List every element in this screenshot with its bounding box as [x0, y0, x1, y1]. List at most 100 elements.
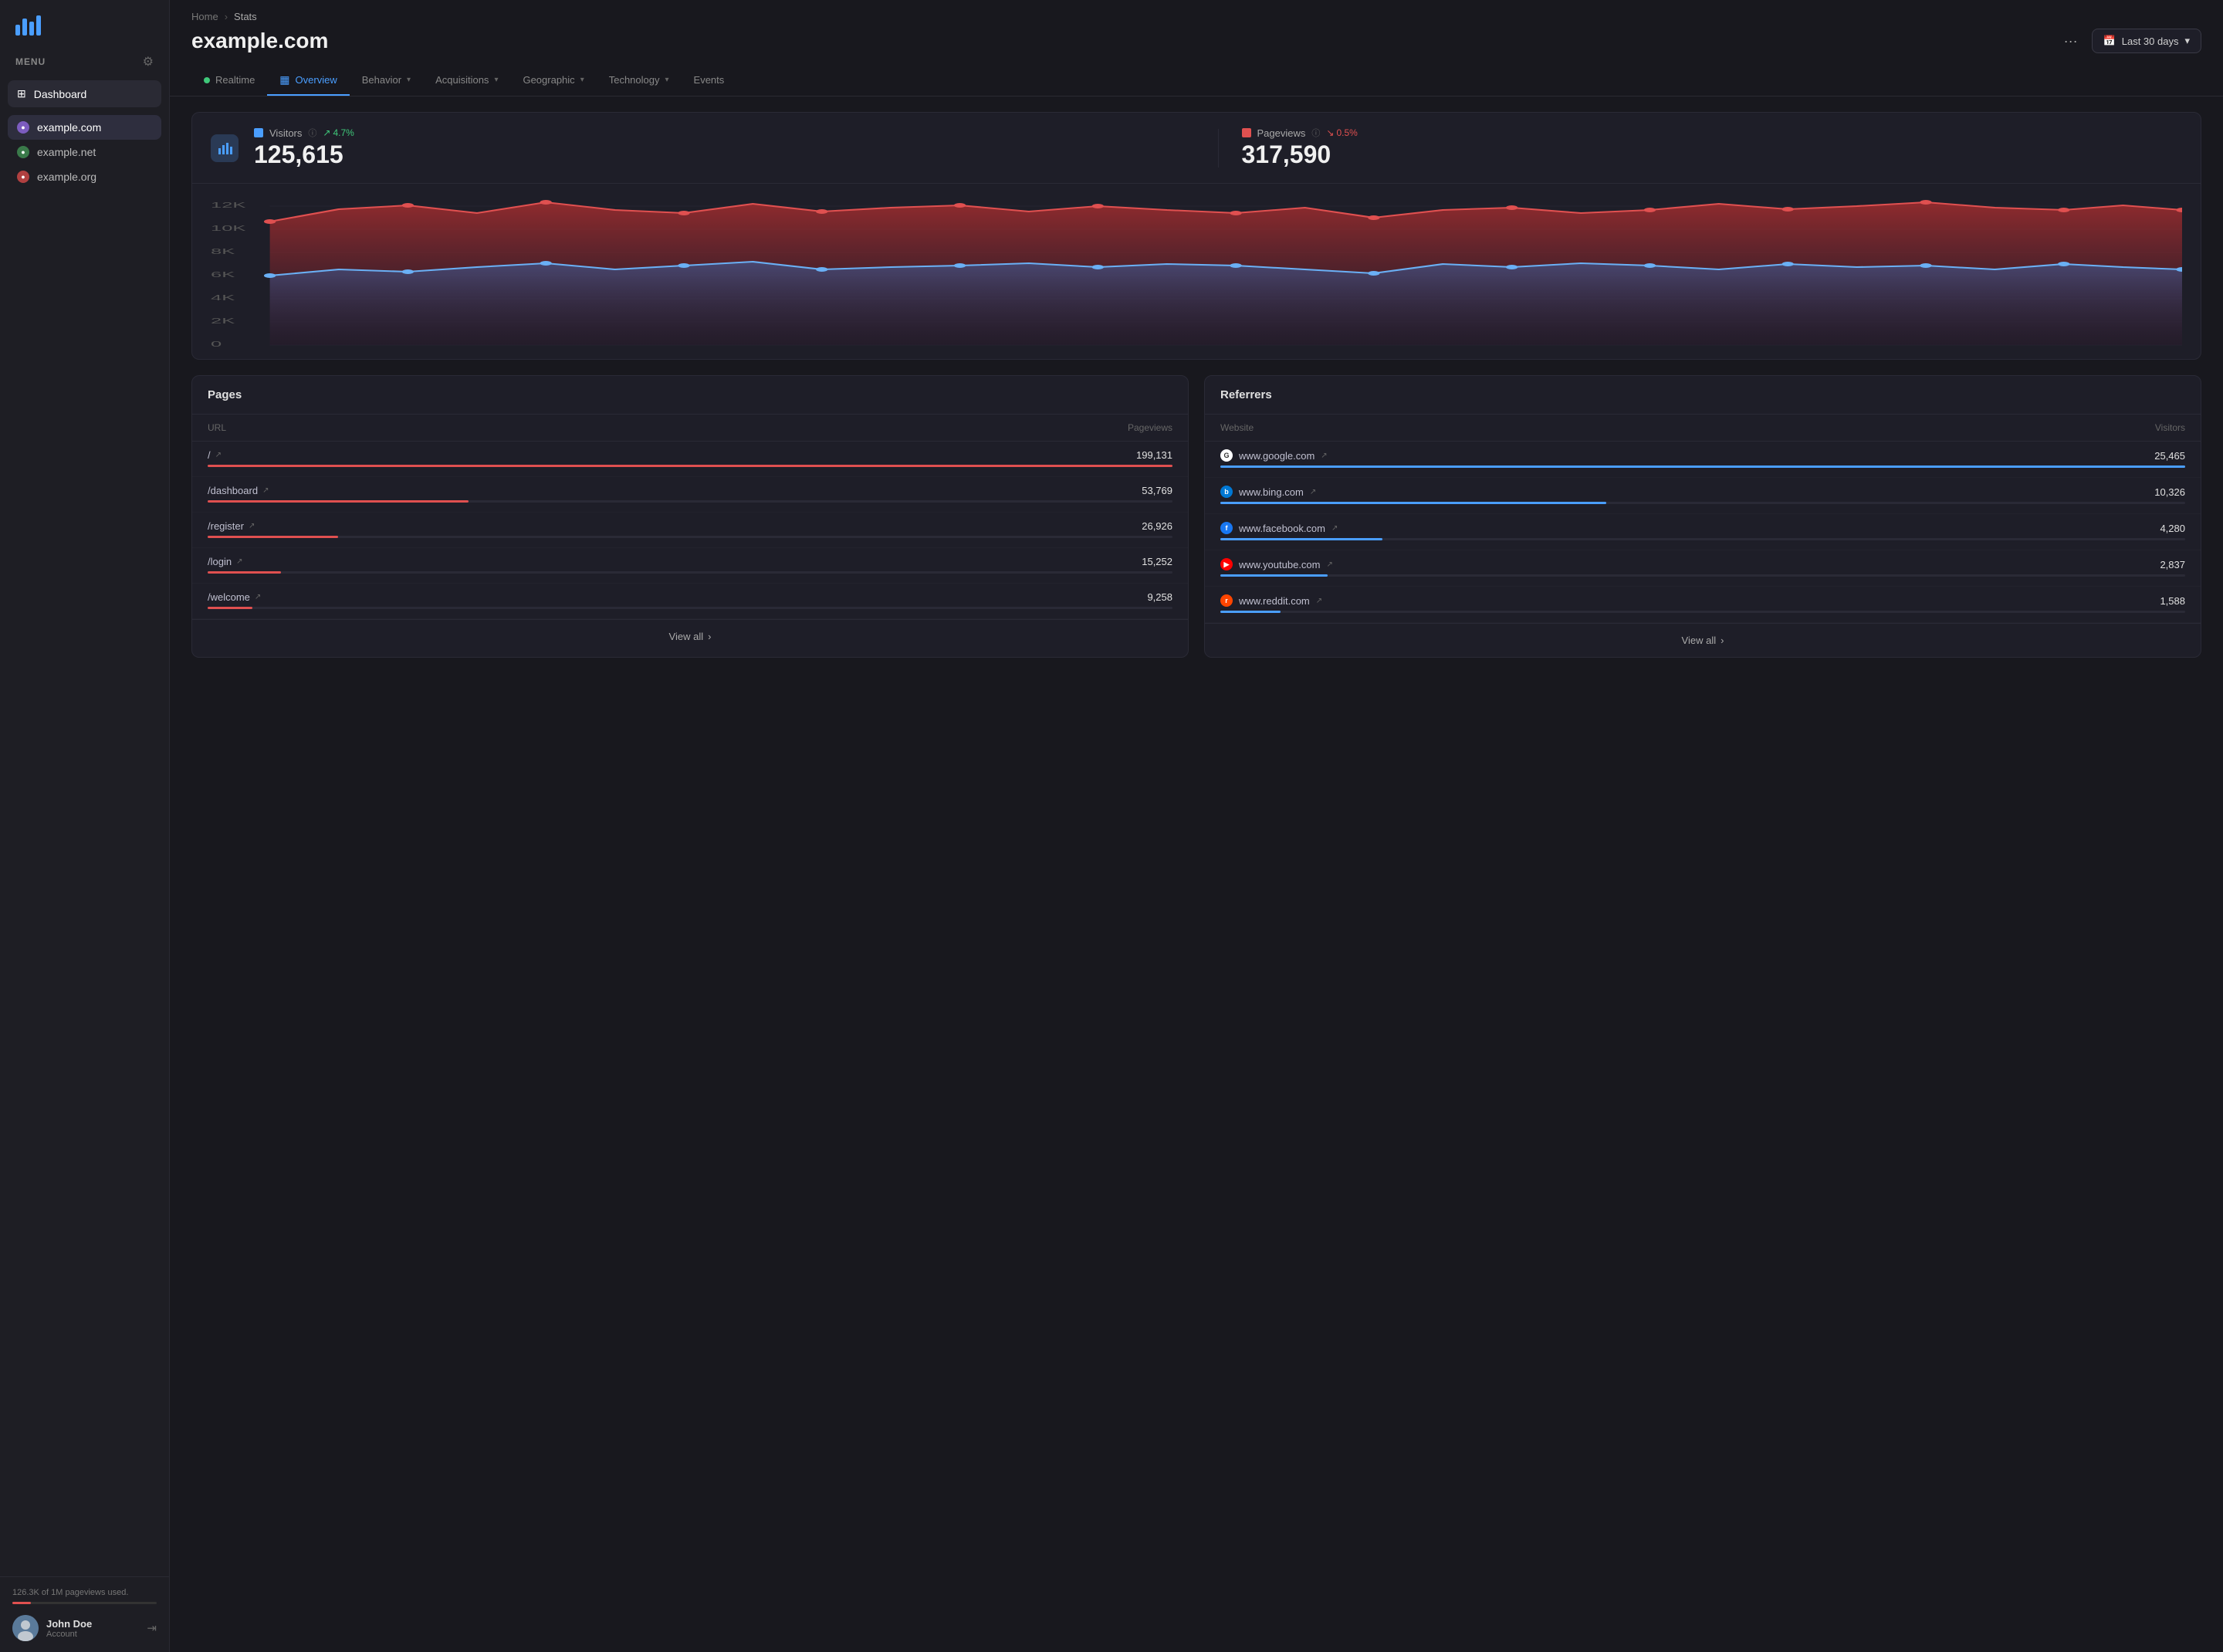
external-link-icon-4[interactable]: ↗: [255, 593, 261, 601]
tab-realtime[interactable]: Realtime: [191, 66, 267, 95]
sidebar-site-example-org[interactable]: ● example.org: [8, 164, 161, 189]
referrer-value-0: 25,465: [2154, 450, 2185, 462]
external-link-icon-0[interactable]: ↗: [215, 451, 222, 459]
referrer-value-2: 4,280: [2160, 523, 2185, 534]
pages-bar-fill-0: [208, 465, 1172, 467]
sidebar-site-example-com[interactable]: ● example.com: [8, 115, 161, 140]
referrers-card: Referrers Website Visitors G www.google.…: [1204, 375, 2201, 658]
external-link-icon-1[interactable]: ↗: [262, 486, 269, 495]
chart-icon: [211, 134, 239, 162]
tab-overview[interactable]: ▦ Overview: [267, 66, 349, 96]
bottom-grid: Pages URL Pageviews / ↗ 199,131: [191, 375, 2201, 658]
chart-svg: 0 2K 4K 6K 8K 10K 12K: [211, 196, 2182, 350]
tab-behavior[interactable]: Behavior ▾: [350, 66, 423, 95]
logout-icon[interactable]: ⇥: [147, 1621, 157, 1635]
usage-bar: [12, 1602, 157, 1604]
svg-text:0: 0: [211, 340, 222, 348]
referrer-row-top-3: ▶ www.youtube.com ↗ 2,837: [1220, 558, 2185, 570]
visitors-metric: Visitors ⓘ ↗ 4.7% 125,615: [254, 127, 1195, 169]
breadcrumb-home[interactable]: Home: [191, 11, 218, 22]
bing-favicon: b: [1220, 486, 1233, 498]
referrer-name-3: www.youtube.com: [1239, 559, 1321, 570]
site-dot-example-net: ●: [17, 146, 29, 158]
pages-row-top-3: /login ↗ 15,252: [208, 556, 1172, 567]
referrer-row: G www.google.com ↗ 25,465: [1205, 442, 2201, 478]
referrer-site-4: r www.reddit.com ↗: [1220, 594, 1322, 607]
referrer-value-1: 10,326: [2154, 486, 2185, 498]
svg-text:10K: 10K: [211, 224, 245, 232]
pages-value-1: 53,769: [1142, 485, 1172, 496]
menu-header: MENU ⚙: [0, 43, 169, 77]
tab-acquisitions[interactable]: Acquisitions ▾: [423, 66, 510, 95]
logo-icon: [15, 14, 41, 36]
pages-url-3: /login ↗: [208, 556, 242, 567]
pages-bar-fill-4: [208, 607, 252, 609]
svg-text:12K: 12K: [211, 201, 245, 209]
sidebar-site-example-net[interactable]: ● example.net: [8, 140, 161, 164]
referrer-site-0: G www.google.com ↗: [1220, 449, 1328, 462]
date-range-button[interactable]: 📅 Last 30 days ▾: [2092, 29, 2201, 53]
pages-view-all[interactable]: View all ›: [192, 619, 1188, 653]
tab-technology[interactable]: Technology ▾: [597, 66, 682, 95]
topbar: Home › Stats example.com ··· 📅 Last 30 d…: [170, 0, 2223, 66]
pages-value-0: 199,131: [1136, 449, 1172, 461]
svg-text:6K: 6K: [211, 270, 235, 279]
svg-text:2K: 2K: [211, 317, 235, 325]
chevron-down-icon: ▾: [2184, 35, 2190, 47]
referrer-row: r www.reddit.com ↗ 1,588: [1205, 587, 2201, 623]
visitors-info-icon[interactable]: ⓘ: [308, 127, 316, 139]
referrer-bar-bg-1: [1220, 502, 2185, 504]
ref-external-link-0[interactable]: ↗: [1321, 452, 1327, 460]
acquisitions-chevron-icon: ▾: [494, 76, 498, 84]
tab-geographic[interactable]: Geographic ▾: [510, 66, 596, 95]
pages-card: Pages URL Pageviews / ↗ 199,131: [191, 375, 1189, 658]
pages-bar-fill-2: [208, 536, 338, 538]
external-link-icon-2[interactable]: ↗: [249, 522, 255, 530]
ref-external-link-2[interactable]: ↗: [1331, 524, 1338, 533]
pages-title: Pages: [208, 388, 242, 401]
referrer-site-1: b www.bing.com ↗: [1220, 486, 1316, 498]
pages-url-0: / ↗: [208, 449, 222, 461]
referrers-col-visitors: Visitors: [2155, 422, 2185, 433]
svg-text:8K: 8K: [211, 247, 235, 256]
ref-external-link-1[interactable]: ↗: [1310, 488, 1316, 496]
referrer-value-3: 2,837: [2160, 559, 2185, 570]
pages-bar-bg-2: [208, 536, 1172, 538]
pageviews-metric: Pageviews ⓘ ↘ 0.5% 317,590: [1242, 127, 2183, 169]
ref-external-link-4[interactable]: ↗: [1316, 597, 1322, 605]
pages-bar-fill-3: [208, 571, 281, 574]
logo-bar-4: [36, 15, 41, 36]
pages-bar-bg-4: [208, 607, 1172, 609]
sidebar-item-label: Dashboard: [34, 88, 87, 100]
visitors-change-value: 4.7%: [333, 127, 354, 138]
sidebar-item-dashboard[interactable]: ⊞ Dashboard: [8, 80, 161, 107]
tab-geographic-label: Geographic: [523, 74, 574, 86]
tab-acquisitions-label: Acquisitions: [435, 74, 489, 86]
avatar: [12, 1615, 39, 1641]
more-button[interactable]: ···: [2058, 30, 2084, 52]
referrers-view-all[interactable]: View all ›: [1205, 623, 2201, 657]
topbar-actions: ··· 📅 Last 30 days ▾: [2058, 29, 2201, 53]
pages-col-url: URL: [208, 422, 226, 433]
pages-url-2: /register ↗: [208, 520, 255, 532]
up-arrow-icon: ↗: [323, 127, 330, 138]
youtube-favicon: ▶: [1220, 558, 1233, 570]
referrer-bar-bg-2: [1220, 538, 2185, 540]
menu-label: MENU: [15, 56, 46, 67]
external-link-icon-3[interactable]: ↗: [236, 557, 242, 566]
referrer-name-0: www.google.com: [1239, 450, 1315, 462]
pageviews-value: 317,590: [1242, 140, 2183, 169]
pageviews-info-icon[interactable]: ⓘ: [1311, 127, 1320, 139]
tab-events[interactable]: Events: [682, 66, 737, 95]
breadcrumb: Home › Stats: [191, 11, 2201, 22]
realtime-dot-icon: [204, 77, 210, 83]
pages-row-top-0: / ↗ 199,131: [208, 449, 1172, 461]
tab-behavior-label: Behavior: [362, 74, 401, 86]
settings-icon[interactable]: ⚙: [143, 54, 154, 69]
pages-row-top-2: /register ↗ 26,926: [208, 520, 1172, 532]
referrers-col-website: Website: [1220, 422, 1254, 433]
visitors-label-row: Visitors ⓘ ↗ 4.7%: [254, 127, 1195, 139]
ref-external-link-3[interactable]: ↗: [1327, 560, 1333, 569]
date-range-label: Last 30 days: [2122, 36, 2179, 47]
down-arrow-icon: ↘: [1326, 127, 1334, 138]
